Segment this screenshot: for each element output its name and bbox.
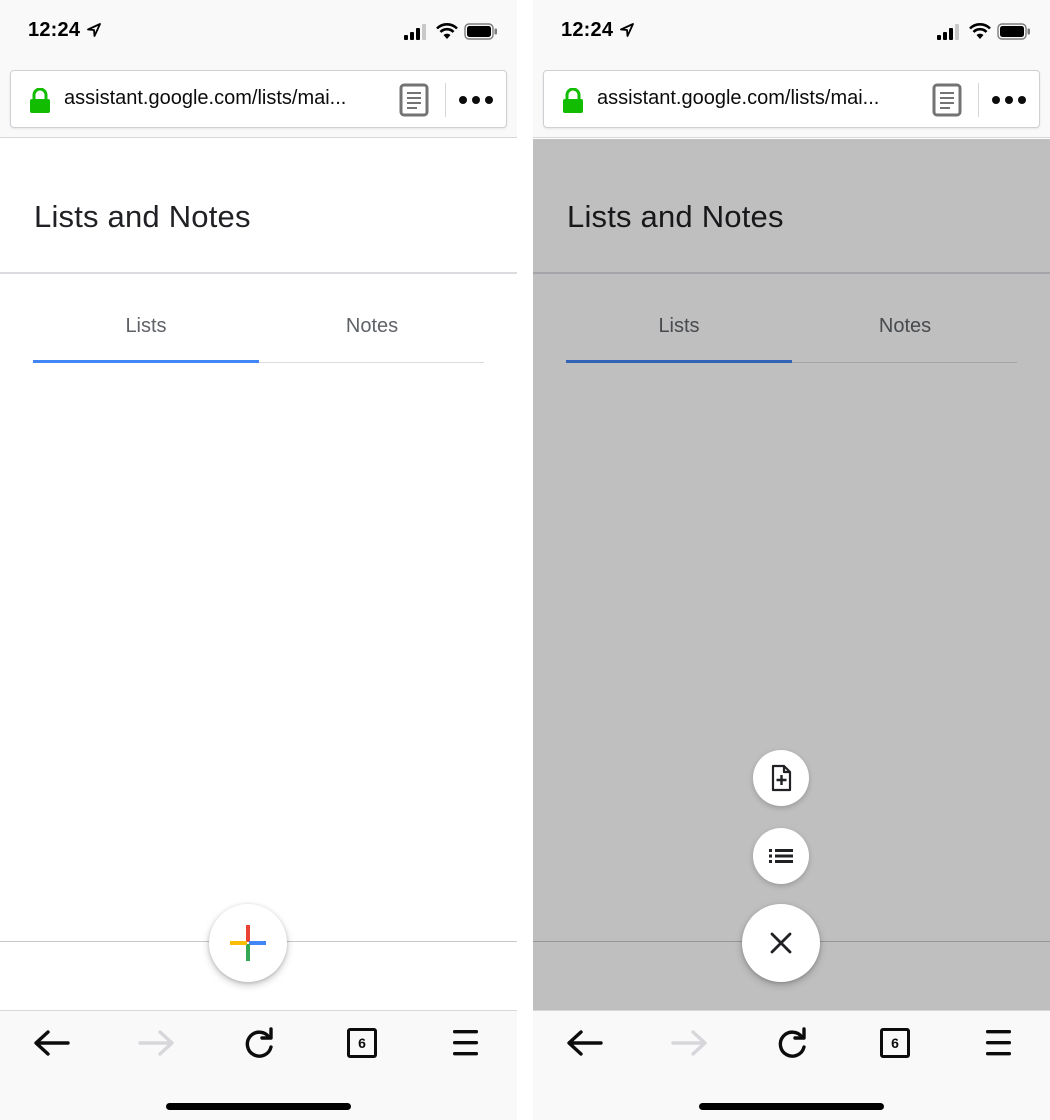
page-content: Lists and Notes Lists Notes: [0, 139, 517, 1010]
add-button[interactable]: [209, 904, 287, 982]
forward-button[interactable]: [134, 1025, 178, 1061]
reader-view-icon[interactable]: [932, 83, 962, 117]
new-note-button[interactable]: [753, 750, 809, 806]
tabs-icon: 6: [880, 1028, 910, 1058]
more-options-icon[interactable]: [990, 89, 1028, 111]
reload-icon: [245, 1027, 273, 1058]
tabs-button[interactable]: 6: [340, 1025, 384, 1061]
active-tab-indicator: [33, 360, 259, 363]
add-icon: [230, 925, 266, 961]
back-arrow-icon: [567, 1030, 603, 1056]
tab-notes[interactable]: Notes: [259, 315, 485, 338]
browser-toolbar: 6: [0, 1010, 517, 1120]
forward-button[interactable]: [667, 1025, 711, 1061]
lock-icon: [30, 88, 50, 113]
new-list-icon: [769, 849, 793, 863]
header-divider: [0, 272, 517, 274]
home-indicator[interactable]: [166, 1103, 351, 1110]
menu-button[interactable]: [443, 1025, 487, 1061]
location-arrow-icon: [87, 23, 101, 37]
status-bar: 12:24: [0, 0, 517, 64]
cellular-signal-icon: [404, 24, 426, 40]
back-arrow-icon: [34, 1030, 70, 1056]
screenshot-gutter: [517, 0, 533, 1120]
home-indicator[interactable]: [699, 1103, 884, 1110]
phone-screen-fab-expanded: 12:24 assistant.google.com/lists/mai... …: [533, 0, 1050, 1120]
forward-arrow-icon: [671, 1030, 707, 1056]
cellular-signal-icon: [937, 24, 959, 40]
menu-icon: [986, 1030, 1011, 1056]
address-bar[interactable]: assistant.google.com/lists/mai...: [10, 70, 507, 128]
forward-arrow-icon: [138, 1030, 174, 1056]
reload-button[interactable]: [770, 1025, 814, 1061]
tab-lists[interactable]: Lists: [33, 315, 259, 338]
menu-icon: [453, 1030, 478, 1056]
battery-icon: [464, 23, 497, 40]
new-list-button[interactable]: [753, 828, 809, 884]
wifi-icon: [969, 23, 991, 39]
more-options-icon[interactable]: [457, 89, 495, 111]
location-arrow-icon: [620, 23, 634, 37]
close-icon: [770, 932, 792, 954]
wifi-icon: [436, 23, 458, 39]
menu-button[interactable]: [976, 1025, 1020, 1061]
browser-address-bar-area: assistant.google.com/lists/mai...: [0, 64, 517, 138]
status-time: 12:24: [561, 19, 614, 41]
page-title: Lists and Notes: [34, 199, 251, 234]
close-menu-button[interactable]: [742, 904, 820, 982]
back-button[interactable]: [563, 1025, 607, 1061]
address-bar-divider: [445, 83, 446, 117]
status-bar: 12:24: [533, 0, 1050, 64]
reader-view-icon[interactable]: [399, 83, 429, 117]
battery-icon: [997, 23, 1030, 40]
reload-icon: [778, 1027, 806, 1058]
new-note-icon: [771, 764, 792, 792]
back-button[interactable]: [30, 1025, 74, 1061]
url-text[interactable]: assistant.google.com/lists/mai...: [597, 87, 927, 110]
lock-icon: [563, 88, 583, 113]
url-text[interactable]: assistant.google.com/lists/mai...: [64, 87, 394, 110]
reload-button[interactable]: [237, 1025, 281, 1061]
tabs-button[interactable]: 6: [873, 1025, 917, 1061]
address-bar-divider: [978, 83, 979, 117]
address-bar[interactable]: assistant.google.com/lists/mai...: [543, 70, 1040, 128]
tabs-icon: 6: [347, 1028, 377, 1058]
status-time: 12:24: [28, 19, 81, 41]
phone-screen-default: 12:24 assistant.google.com/lists/mai... …: [0, 0, 517, 1120]
browser-address-bar-area: assistant.google.com/lists/mai...: [533, 64, 1050, 138]
browser-toolbar: 6: [533, 1010, 1050, 1120]
